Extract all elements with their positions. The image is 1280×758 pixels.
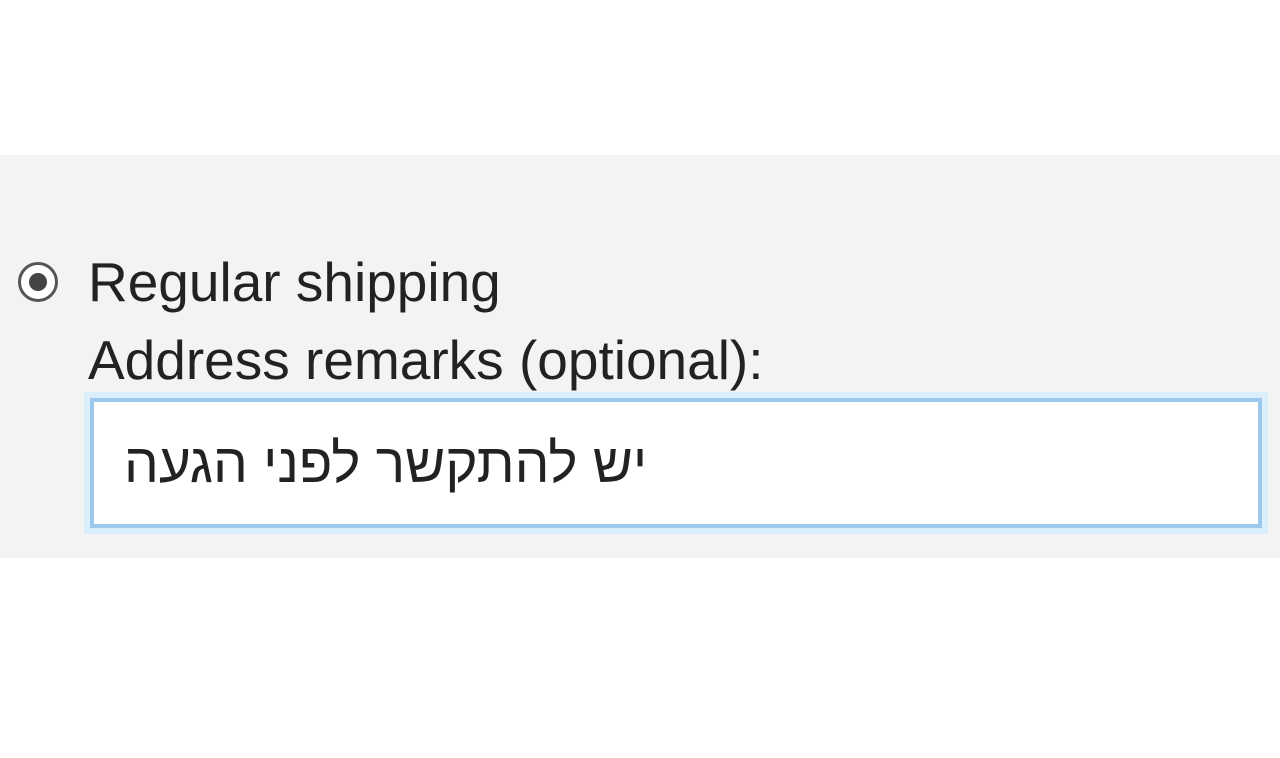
address-remarks-input[interactable]: [90, 398, 1262, 528]
radio-button[interactable]: [18, 262, 58, 302]
shipping-form-section: Regular shipping Address remarks (option…: [0, 155, 1280, 558]
regular-shipping-option[interactable]: Regular shipping: [18, 250, 1280, 314]
regular-shipping-label: Regular shipping: [88, 250, 501, 314]
address-remarks-input-wrapper: [90, 398, 1262, 528]
address-remarks-label: Address remarks (optional):: [88, 328, 1280, 392]
bottom-blank-area: [0, 558, 1280, 758]
top-blank-area: [0, 0, 1280, 155]
radio-selected-dot-icon: [29, 273, 47, 291]
